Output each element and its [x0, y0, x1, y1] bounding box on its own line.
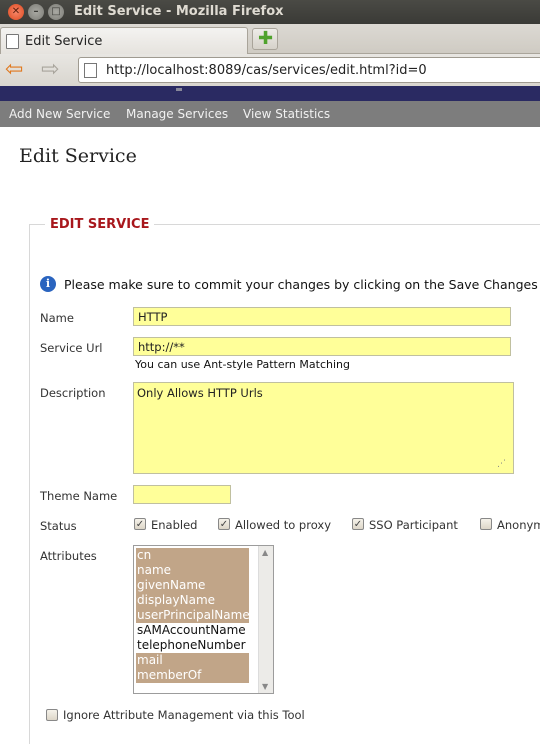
ignore-attribute-management-checkbox[interactable] [46, 709, 58, 721]
enabled-checkbox[interactable]: ✓ [134, 518, 146, 530]
attribute-option-telephonenumber[interactable]: telephoneNumber [136, 638, 249, 653]
description-textarea[interactable]: Only Allows HTTP Urls [133, 382, 514, 474]
forward-arrow-icon[interactable]: ⇨ [41, 59, 59, 81]
url-bar[interactable]: http://localhost:8089/cas/services/edit.… [78, 57, 540, 83]
theme-name-input[interactable] [133, 485, 231, 504]
attribute-option-name[interactable]: name [136, 563, 249, 578]
sso-participant-label: SSO Participant [369, 518, 458, 532]
name-label: Name [40, 311, 74, 325]
menu-manage-services-link[interactable]: Manage Services [126, 107, 228, 121]
header-text-fragment [176, 88, 182, 91]
sso-participant-checkbox[interactable]: ✓ [352, 518, 364, 530]
plus-icon: ✚ [258, 28, 274, 49]
service-url-hint: You can use Ant-style Pattern Matching [135, 358, 350, 371]
allowed-to-proxy-checkbox[interactable]: ✓ [218, 518, 230, 530]
resize-grip-icon[interactable]: ⋰ [497, 459, 509, 470]
minimize-window-icon[interactable]: – [28, 4, 44, 20]
attributes-scrollbar[interactable]: ▲ ▼ [258, 546, 273, 693]
maximize-window-icon[interactable]: □ [48, 4, 64, 20]
scroll-up-icon[interactable]: ▲ [262, 548, 268, 557]
attribute-option-givenname[interactable]: givenName [136, 578, 249, 593]
edit-service-fieldset [29, 224, 540, 744]
site-header-band [0, 86, 540, 101]
page-title: Edit Service [19, 145, 137, 167]
attribute-option-mail[interactable]: mail [136, 653, 249, 668]
tab-strip: Edit Service ✚ [0, 24, 540, 54]
attribute-option-cn[interactable]: cn [136, 548, 249, 563]
theme-name-label: Theme Name [40, 489, 118, 503]
menu-add-new-service-link[interactable]: Add New Service [9, 107, 110, 121]
attribute-option-userprincipalname[interactable]: userPrincipalName [136, 608, 249, 623]
allowed-to-proxy-label: Allowed to proxy [235, 518, 331, 532]
description-text: Only Allows HTTP Urls [137, 386, 263, 400]
url-text[interactable]: http://localhost:8089/cas/services/edit.… [106, 63, 427, 78]
attribute-option-samaccountname[interactable]: sAMAccountName [136, 623, 249, 638]
menu-view-statistics-link[interactable]: View Statistics [243, 107, 330, 121]
service-url-input[interactable] [133, 337, 511, 356]
tab-edit-service[interactable]: Edit Service [0, 27, 248, 54]
window-titlebar: ✕ – □ Edit Service - Mozilla Firefox [0, 0, 540, 24]
service-menu-bar: Add New Service Manage Services View Sta… [0, 101, 540, 127]
scroll-down-icon[interactable]: ▼ [262, 682, 268, 691]
fieldset-legend: EDIT SERVICE [45, 217, 155, 232]
window-title: Edit Service - Mozilla Firefox [74, 4, 284, 19]
navigation-toolbar: ⇦ ⇨ http://localhost:8089/cas/services/e… [0, 54, 540, 86]
attributes-multiselect[interactable]: cn name givenName displayName userPrinci… [133, 545, 274, 694]
info-message: Please make sure to commit your changes … [64, 277, 540, 292]
page-favicon-icon [6, 34, 19, 49]
tab-label: Edit Service [25, 34, 103, 49]
page-identity-icon[interactable] [84, 63, 97, 78]
anonymous-checkbox[interactable] [480, 518, 492, 530]
new-tab-button[interactable]: ✚ [252, 28, 278, 50]
status-label: Status [40, 519, 77, 533]
ignore-attribute-management-label: Ignore Attribute Management via this Too… [63, 708, 305, 722]
name-input[interactable] [133, 307, 511, 326]
close-window-icon[interactable]: ✕ [8, 4, 24, 20]
attribute-option-displayname[interactable]: displayName [136, 593, 249, 608]
enabled-label: Enabled [151, 518, 198, 532]
attribute-option-memberof[interactable]: memberOf [136, 668, 249, 683]
back-arrow-icon[interactable]: ⇦ [5, 59, 23, 81]
anonymous-label: Anonym [497, 518, 540, 532]
info-icon: i [40, 276, 56, 292]
attributes-label: Attributes [40, 549, 97, 563]
description-label: Description [40, 386, 106, 400]
service-url-label: Service Url [40, 341, 103, 355]
